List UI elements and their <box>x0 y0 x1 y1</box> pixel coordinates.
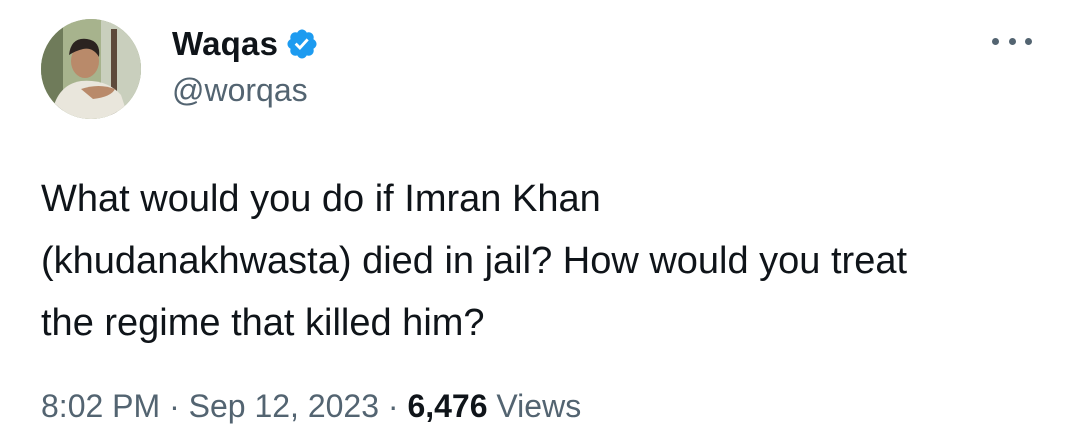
meta-separator: · <box>169 388 180 424</box>
more-dot <box>992 37 999 45</box>
tweet-time[interactable]: 8:02 PM <box>41 388 160 424</box>
tweet-text: What would you do if Imran Khan (khudana… <box>41 168 1041 354</box>
avatar[interactable] <box>41 19 141 119</box>
tweet-text-line: the regime that killed him? <box>41 302 485 344</box>
tweet-text-line: What would you do if Imran Khan <box>41 178 601 220</box>
author-handle[interactable]: @worqas <box>172 72 308 109</box>
more-horizontal-icon[interactable] <box>992 26 1032 56</box>
author-display-name[interactable]: Waqas <box>172 25 278 63</box>
tweet-date[interactable]: Sep 12, 2023 <box>189 388 379 424</box>
meta-separator: · <box>387 388 399 424</box>
avatar-photo <box>41 19 141 119</box>
verified-badge-icon <box>285 27 319 61</box>
author-name-row: Waqas <box>172 22 319 66</box>
tweet-meta: 8:02 PM · Sep 12, 2023 · 6,476 Views <box>41 388 581 425</box>
views-label: Views <box>496 388 582 424</box>
more-dot <box>1008 37 1016 45</box>
tweet-text-line: (khudanakhwasta) died in jail? How would… <box>41 240 908 282</box>
more-dot <box>1025 37 1032 45</box>
views-count[interactable]: 6,476 <box>407 388 487 424</box>
